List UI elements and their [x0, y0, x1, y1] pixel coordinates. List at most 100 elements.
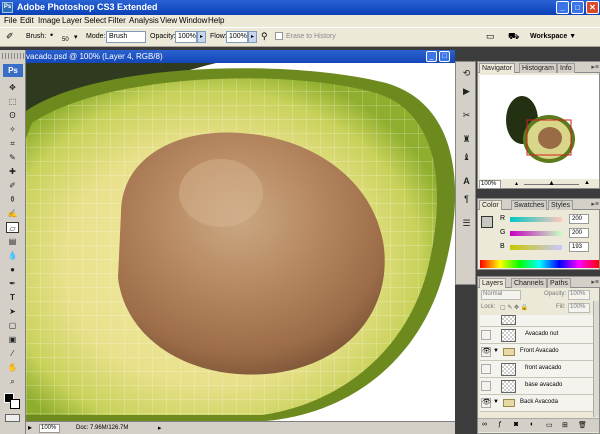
- doc-minimize-icon[interactable]: _: [426, 51, 437, 62]
- adjustment-layer-icon[interactable]: ◐: [530, 421, 534, 428]
- tab-styles[interactable]: Styles: [548, 200, 574, 210]
- navigator-thumbnail[interactable]: [480, 75, 599, 179]
- tab-channels[interactable]: Channels: [511, 278, 547, 288]
- doc-maximize-icon[interactable]: □: [439, 51, 450, 62]
- status-arrow-icon[interactable]: ▸: [158, 424, 162, 432]
- zoom-tool-icon[interactable]: ⌕: [6, 376, 19, 387]
- menu-help[interactable]: Help: [208, 16, 224, 25]
- layer-row[interactable]: front avacado: [480, 361, 593, 378]
- menu-view[interactable]: View: [160, 16, 177, 25]
- shape-tool-icon[interactable]: ▢: [6, 320, 19, 331]
- menu-file[interactable]: File: [4, 16, 17, 25]
- tab-layers[interactable]: Layers: [479, 278, 507, 288]
- lasso-tool-icon[interactable]: ʘ: [6, 110, 19, 121]
- flow-input[interactable]: 100%: [226, 31, 248, 43]
- layer-group-row[interactable]: 👁 ▼ Front Avacado: [480, 344, 593, 361]
- eyedropper-tool-icon[interactable]: ⁄: [6, 348, 19, 359]
- layer-group-row[interactable]: 👁 ▼ Back Avacoda: [480, 395, 593, 412]
- fill-input[interactable]: 100%: [568, 303, 590, 313]
- workspace-menu[interactable]: Workspace ▼: [530, 33, 576, 40]
- layers-scrollbar[interactable]: [593, 301, 599, 417]
- notes-tool-icon[interactable]: ▣: [6, 334, 19, 345]
- history-brush-tool-icon[interactable]: ✍: [6, 208, 19, 219]
- close-icon[interactable]: ✕: [586, 1, 599, 14]
- erase-history-checkbox[interactable]: [275, 32, 283, 40]
- type-tool-icon[interactable]: T: [6, 292, 19, 303]
- character-panel-icon[interactable]: A: [460, 175, 473, 188]
- layer-comps-icon[interactable]: ☰: [460, 217, 473, 230]
- hand-tool-icon[interactable]: ✋: [6, 362, 19, 373]
- delete-layer-icon[interactable]: 🗑: [578, 421, 587, 429]
- brush-preset-icon[interactable]: •: [50, 30, 53, 40]
- marquee-tool-icon[interactable]: ⬚: [6, 96, 19, 107]
- menu-edit[interactable]: Edit: [20, 16, 34, 25]
- background-color-swatch[interactable]: [10, 399, 20, 409]
- new-group-icon[interactable]: ▭: [546, 421, 553, 429]
- zoom-slider-thumb-icon[interactable]: ▲: [548, 180, 555, 187]
- magic-wand-tool-icon[interactable]: ✧: [6, 124, 19, 135]
- visibility-toggle[interactable]: [481, 381, 491, 391]
- menu-select[interactable]: Select: [84, 16, 106, 25]
- photoshop-logo-icon[interactable]: Ps: [3, 64, 23, 77]
- flow-arrow-icon[interactable]: ▸: [248, 31, 257, 43]
- panel-menu-icon[interactable]: ▸≡: [591, 200, 599, 208]
- healing-brush-tool-icon[interactable]: ✚: [6, 166, 19, 177]
- bridge-icon[interactable]: ⛟: [508, 31, 519, 43]
- tab-info[interactable]: Info: [557, 63, 575, 73]
- tab-color[interactable]: Color: [479, 200, 502, 210]
- layer-row[interactable]: Avacado nut: [480, 327, 593, 344]
- panel-menu-icon[interactable]: ▸≡: [591, 278, 599, 286]
- move-tool-icon[interactable]: ✥: [6, 82, 19, 93]
- color-spectrum-ramp[interactable]: [480, 260, 599, 268]
- expand-triangle-icon[interactable]: ▼: [493, 348, 499, 354]
- pen-tool-icon[interactable]: ✒: [6, 278, 19, 289]
- blur-tool-icon[interactable]: 💧: [6, 250, 19, 261]
- channel-g-value[interactable]: 200: [569, 228, 589, 238]
- clone-source-icon[interactable]: ♝: [460, 151, 473, 164]
- tab-paths[interactable]: Paths: [547, 278, 571, 288]
- layer-style-icon[interactable]: ƒ: [498, 421, 502, 428]
- tool-presets-icon[interactable]: ✂: [460, 109, 473, 122]
- brush-tool-icon[interactable]: ✐: [6, 180, 19, 191]
- eye-icon[interactable]: 👁: [481, 398, 491, 408]
- layer-row-partial[interactable]: [480, 315, 593, 327]
- channel-b-slider[interactable]: [510, 245, 562, 250]
- status-menu-icon[interactable]: ▸: [28, 423, 32, 432]
- brushes-panel-icon[interactable]: ♜: [460, 133, 473, 146]
- mode-select[interactable]: Brush: [106, 31, 146, 43]
- zoom-out-icon[interactable]: ▴: [515, 180, 518, 187]
- eraser-tool-icon[interactable]: ▱: [6, 222, 19, 233]
- channel-r-value[interactable]: 200: [569, 214, 589, 224]
- tab-swatches[interactable]: Swatches: [511, 200, 548, 210]
- maximize-icon[interactable]: □: [571, 1, 584, 14]
- blend-mode-select[interactable]: Normal: [481, 290, 521, 300]
- menu-filter[interactable]: Filter: [108, 16, 126, 25]
- channel-g-slider[interactable]: [510, 231, 562, 236]
- panel-menu-icon[interactable]: ▸≡: [591, 63, 599, 71]
- clone-stamp-tool-icon[interactable]: ⚱: [6, 194, 19, 205]
- new-layer-icon[interactable]: ⊞: [562, 421, 568, 429]
- navigator-zoom-input[interactable]: 100%: [479, 180, 501, 189]
- eraser-tool-icon[interactable]: ✐: [6, 31, 14, 42]
- quick-mask-icon[interactable]: [5, 414, 20, 422]
- brush-dropdown-icon[interactable]: ▾: [74, 33, 78, 41]
- crop-tool-icon[interactable]: ⌗: [6, 138, 19, 149]
- menu-image[interactable]: Image: [38, 16, 60, 25]
- minimize-icon[interactable]: _: [556, 1, 569, 14]
- visibility-toggle[interactable]: [481, 330, 491, 340]
- add-mask-icon[interactable]: ◙: [514, 421, 518, 428]
- eye-icon[interactable]: 👁: [481, 347, 491, 357]
- path-selection-tool-icon[interactable]: ➤: [6, 306, 19, 317]
- menu-analysis[interactable]: Analysis: [129, 16, 159, 25]
- channel-b-value[interactable]: 193: [569, 242, 589, 252]
- expand-triangle-icon[interactable]: ▼: [493, 399, 499, 405]
- image-canvas[interactable]: [26, 63, 455, 421]
- tab-histogram[interactable]: Histogram: [519, 63, 557, 73]
- gradient-tool-icon[interactable]: ▤: [6, 236, 19, 247]
- visibility-toggle[interactable]: [481, 364, 491, 374]
- opacity-input[interactable]: 100%: [175, 31, 197, 43]
- layer-row[interactable]: base avacado: [480, 378, 593, 395]
- zoom-in-icon[interactable]: ▲: [584, 180, 590, 186]
- airbrush-icon[interactable]: ⚲: [261, 31, 268, 42]
- zoom-input[interactable]: 100%: [39, 424, 60, 433]
